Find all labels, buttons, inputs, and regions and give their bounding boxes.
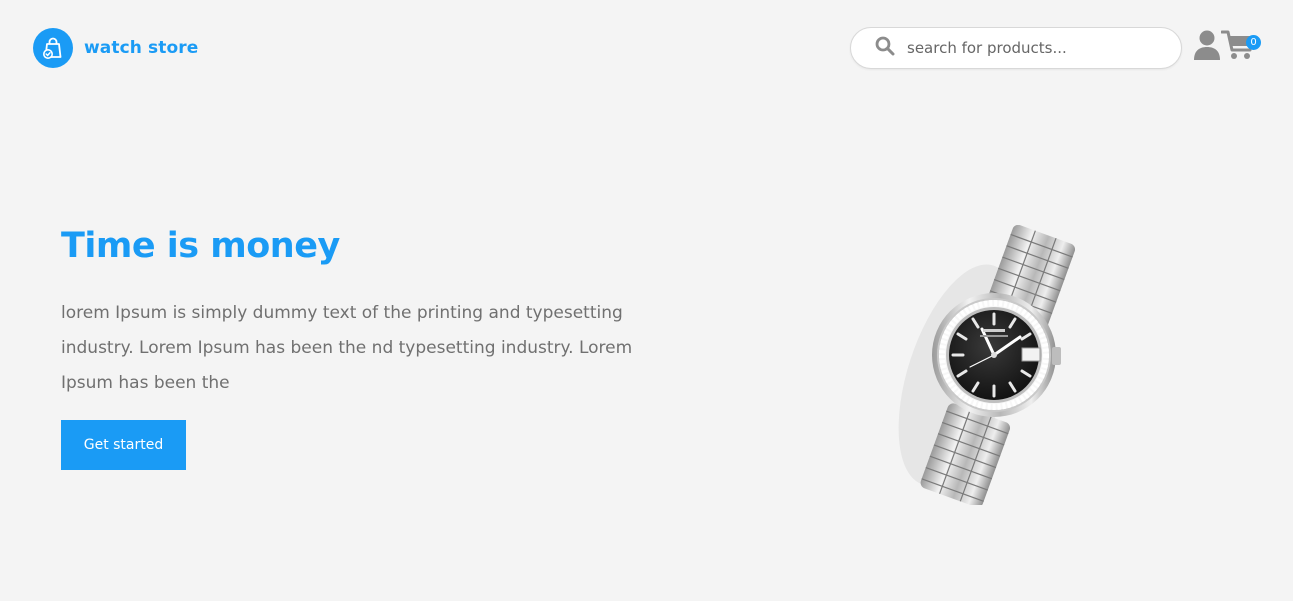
shopping-bag-check-icon: [33, 28, 73, 68]
search-icon[interactable]: [875, 36, 895, 61]
cart-count-badge: 0: [1246, 35, 1261, 50]
user-icon[interactable]: [1193, 29, 1221, 61]
cart-button[interactable]: 0: [1220, 29, 1263, 63]
site-header: watch store 0: [0, 0, 1293, 96]
hero-title: Time is money: [61, 226, 340, 266]
wristwatch-image: [870, 224, 1080, 508]
hero-description: lorem Ipsum is simply dummy text of the …: [61, 303, 633, 393]
search-bar[interactable]: [850, 27, 1182, 69]
logo[interactable]: watch store: [33, 28, 198, 68]
brand-name[interactable]: watch store: [84, 38, 198, 58]
search-input[interactable]: [907, 39, 1167, 57]
get-started-button[interactable]: Get started: [61, 420, 186, 470]
